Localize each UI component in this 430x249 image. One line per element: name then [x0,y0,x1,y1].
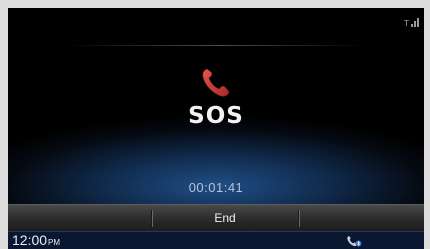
call-action-bar: End [8,204,424,231]
phone-handset-icon [202,68,230,97]
status-bar: 12:00PM [8,231,424,249]
display-bezel: T SOS 00:01:41 End 12:00PM [0,0,430,249]
call-duration: 00:01:41 [188,180,244,195]
bar-divider-right [298,210,299,227]
caller-name: SOS [188,103,244,129]
end-call-button[interactable]: End [152,205,298,231]
clock-ampm: PM [48,238,61,247]
bluetooth-phone-icon [347,236,362,247]
active-call-panel: T SOS 00:01:41 [8,8,424,204]
infotainment-screen: T SOS 00:01:41 End 12:00PM [8,8,424,249]
clock[interactable]: 12:00PM [12,232,60,249]
clock-time: 12:00 [12,232,48,248]
signal-strength-icon: T [404,18,419,28]
header-divider [68,45,368,46]
svg-text:T: T [404,19,409,28]
